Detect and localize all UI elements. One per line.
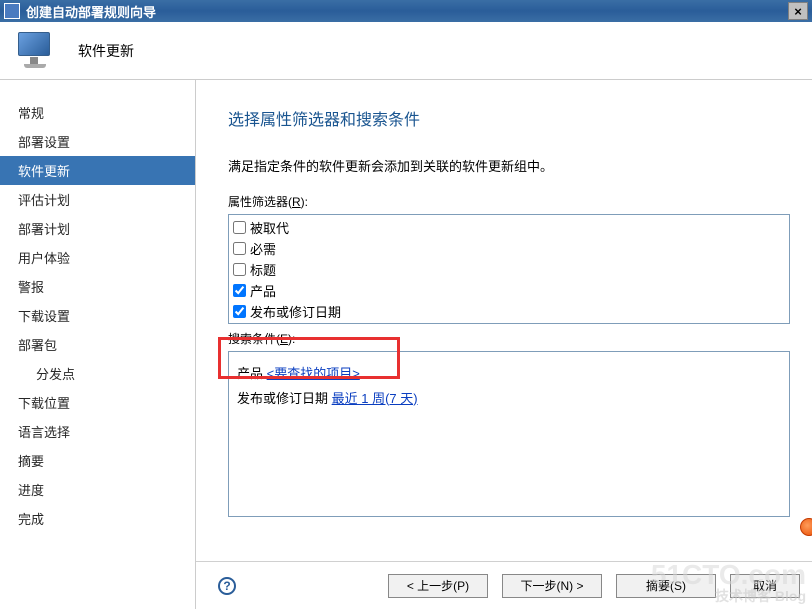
- filter-label-2: 标题: [250, 260, 276, 279]
- sidebar-item-7[interactable]: 下载设置: [0, 301, 195, 330]
- filter-label-5: 更新分类: [250, 323, 302, 324]
- computer-icon: [14, 30, 56, 72]
- summary-button[interactable]: 摘要(S): [616, 574, 716, 598]
- filter-row-1[interactable]: 必需: [233, 238, 785, 259]
- sidebar-item-13[interactable]: 进度: [0, 475, 195, 504]
- sidebar-item-5[interactable]: 用户体验: [0, 243, 195, 272]
- next-button[interactable]: 下一步(N) >: [502, 574, 602, 598]
- sidebar-item-2[interactable]: 软件更新: [0, 156, 195, 185]
- sidebar-item-10[interactable]: 下载位置: [0, 388, 195, 417]
- sidebar-item-4[interactable]: 部署计划: [0, 214, 195, 243]
- filter-row-3[interactable]: 产品: [233, 280, 785, 301]
- criteria-line-0: 产品 <要查找的项目>: [237, 362, 781, 387]
- filter-row-2[interactable]: 标题: [233, 259, 785, 280]
- criteria-link-1[interactable]: 最近 1 周(7 天): [332, 391, 418, 406]
- filter-label-1: 必需: [250, 239, 276, 258]
- filter-checkbox-4[interactable]: [233, 305, 246, 318]
- criteria-link-0[interactable]: <要查找的项目>: [267, 366, 360, 381]
- help-icon[interactable]: ?: [218, 577, 236, 595]
- criteria-label: 搜索条件(E):: [228, 330, 790, 347]
- prev-button[interactable]: < 上一步(P): [388, 574, 488, 598]
- titlebar: 创建自动部署规则向导 ×: [0, 0, 812, 22]
- filter-row-0[interactable]: 被取代: [233, 217, 785, 238]
- sidebar-item-8[interactable]: 部署包: [0, 330, 195, 359]
- filter-label: 属性筛选器(R):: [228, 193, 790, 210]
- sidebar-item-12[interactable]: 摘要: [0, 446, 195, 475]
- wizard-footer: ? < 上一步(P) 下一步(N) > 摘要(S) 取消: [196, 561, 812, 609]
- main-panel: 选择属性筛选器和搜索条件 满足指定条件的软件更新会添加到关联的软件更新组中。 属…: [196, 80, 812, 609]
- sidebar-item-14[interactable]: 完成: [0, 504, 195, 533]
- sidebar-item-9[interactable]: 分发点: [0, 359, 195, 388]
- filter-checkbox-2[interactable]: [233, 263, 246, 276]
- cancel-button[interactable]: 取消: [730, 574, 800, 598]
- filter-label-0: 被取代: [250, 218, 289, 237]
- filter-listbox[interactable]: 被取代必需标题产品发布或修订日期更新分类: [228, 214, 790, 324]
- filter-label-3: 产品: [250, 281, 276, 300]
- window-title: 创建自动部署规则向导: [26, 2, 156, 21]
- wizard-body: 常规部署设置软件更新评估计划部署计划用户体验警报下载设置部署包分发点下载位置语言…: [0, 80, 812, 609]
- filter-checkbox-0[interactable]: [233, 221, 246, 234]
- sidebar: 常规部署设置软件更新评估计划部署计划用户体验警报下载设置部署包分发点下载位置语言…: [0, 80, 196, 609]
- filter-row-4[interactable]: 发布或修订日期: [233, 301, 785, 322]
- filter-checkbox-3[interactable]: [233, 284, 246, 297]
- wizard-header-title: 软件更新: [78, 41, 134, 61]
- filter-label-4: 发布或修订日期: [250, 302, 341, 321]
- sidebar-item-0[interactable]: 常规: [0, 98, 195, 127]
- close-button[interactable]: ×: [788, 2, 808, 20]
- sidebar-item-1[interactable]: 部署设置: [0, 127, 195, 156]
- sidebar-item-3[interactable]: 评估计划: [0, 185, 195, 214]
- filter-row-5[interactable]: 更新分类: [233, 322, 785, 324]
- filter-checkbox-1[interactable]: [233, 242, 246, 255]
- sidebar-item-11[interactable]: 语言选择: [0, 417, 195, 446]
- wizard-header: 软件更新: [0, 22, 812, 80]
- warning-icon: [800, 518, 812, 536]
- window-icon: [4, 3, 20, 19]
- criteria-box[interactable]: 产品 <要查找的项目>发布或修订日期 最近 1 周(7 天): [228, 351, 790, 517]
- criteria-line-1: 发布或修订日期 最近 1 周(7 天): [237, 387, 781, 412]
- page-heading: 选择属性筛选器和搜索条件: [228, 106, 790, 130]
- intro-text: 满足指定条件的软件更新会添加到关联的软件更新组中。: [228, 156, 790, 175]
- sidebar-item-6[interactable]: 警报: [0, 272, 195, 301]
